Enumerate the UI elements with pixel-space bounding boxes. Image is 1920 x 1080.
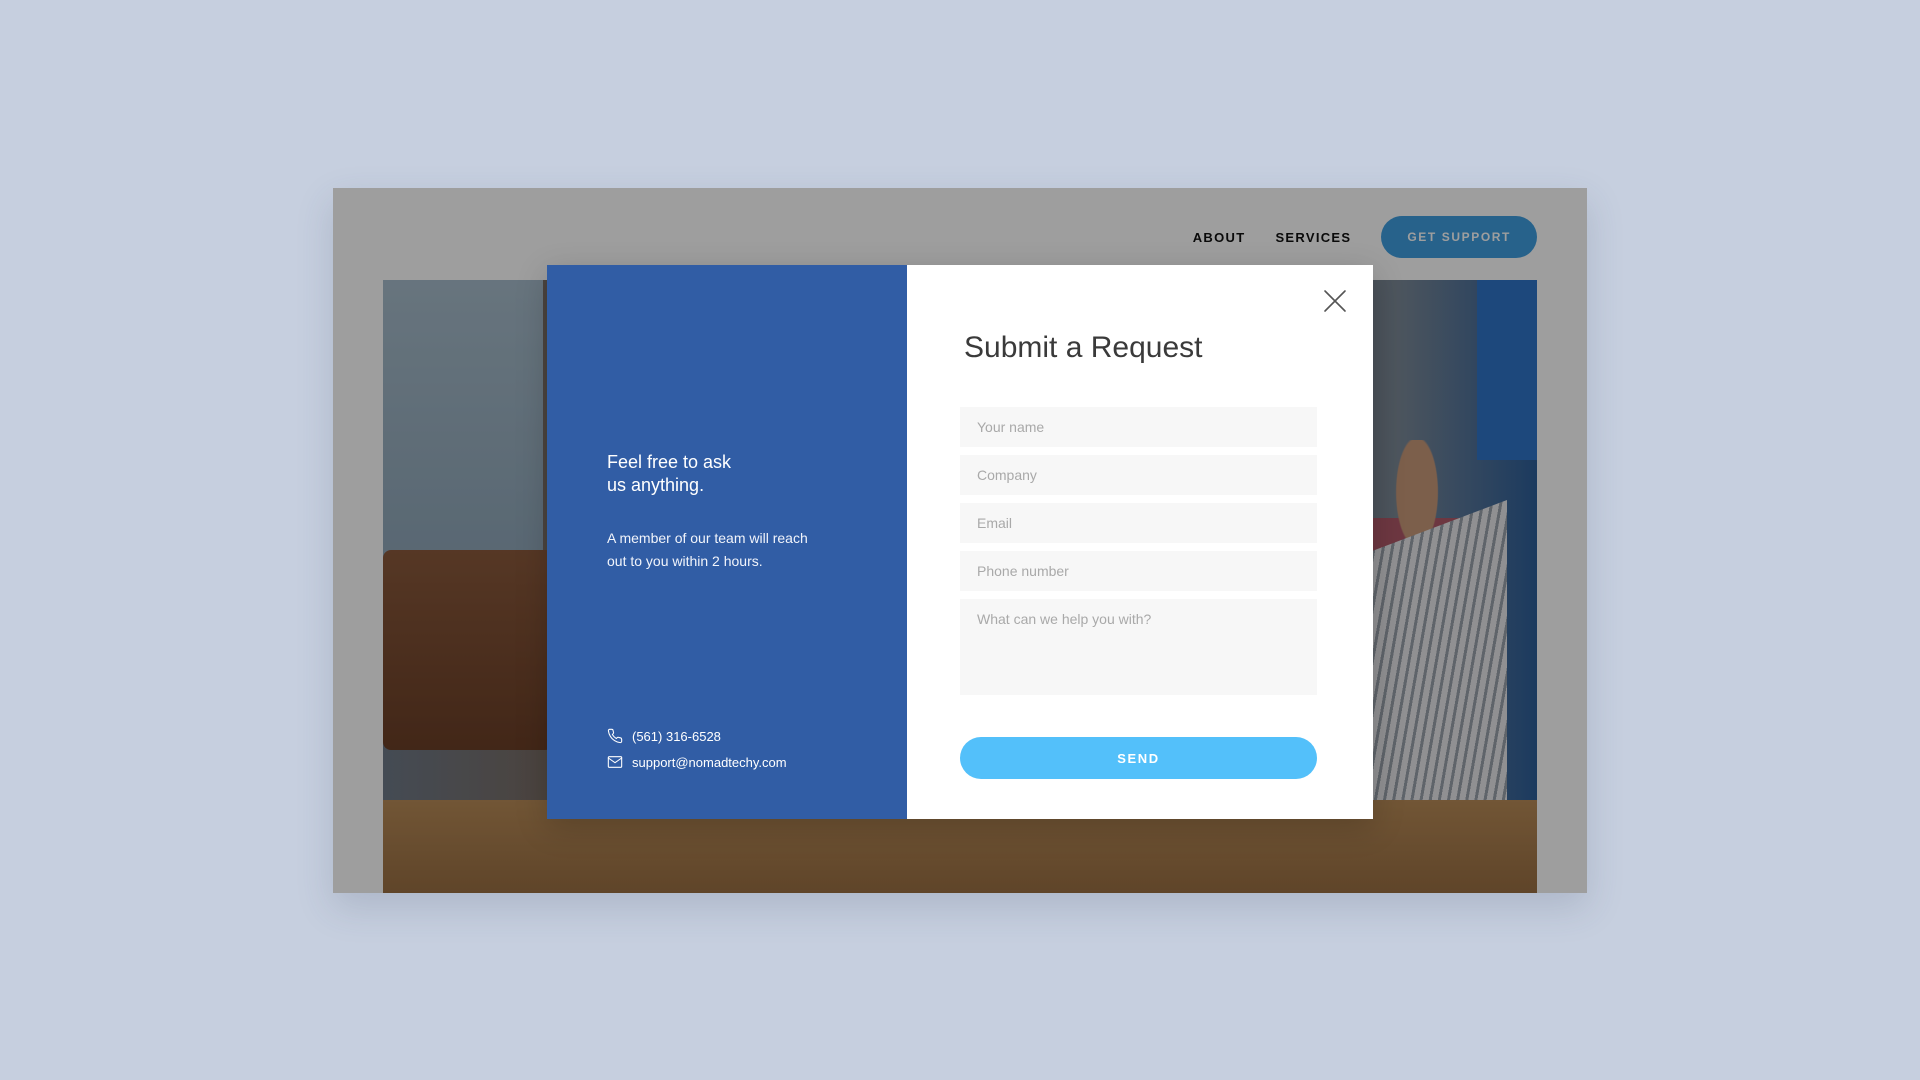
contact-email[interactable]: support@nomadtechy.com	[607, 749, 787, 775]
form-title: Submit a Request	[964, 331, 1203, 364]
info-subtext-line: out to you within 2 hours.	[607, 553, 763, 569]
name-field[interactable]	[960, 407, 1317, 447]
contact-list: (561) 316-6528 support@nomadtechy.com	[607, 723, 787, 775]
close-icon[interactable]	[1321, 287, 1349, 315]
request-form	[960, 407, 1317, 703]
request-modal: Feel free to ask us anything. A member o…	[547, 265, 1373, 819]
email-field[interactable]	[960, 503, 1317, 543]
contact-email-text: support@nomadtechy.com	[632, 754, 787, 770]
info-heading-line: Feel free to ask	[607, 452, 732, 472]
envelope-icon	[607, 754, 623, 770]
info-subtext-line: A member of our team will reach	[607, 530, 808, 546]
info-subtext: A member of our team will reach out to y…	[607, 527, 847, 573]
modal-form-panel: Submit a Request SEND	[907, 265, 1373, 819]
info-heading-line: us anything.	[607, 475, 705, 495]
company-field[interactable]	[960, 455, 1317, 495]
contact-phone-text: (561) 316-6528	[632, 728, 721, 744]
send-button[interactable]: SEND	[960, 737, 1317, 779]
message-field[interactable]	[960, 599, 1317, 695]
phone-icon	[607, 728, 623, 744]
info-heading: Feel free to ask us anything.	[607, 451, 777, 497]
phone-field[interactable]	[960, 551, 1317, 591]
contact-phone[interactable]: (561) 316-6528	[607, 723, 787, 749]
modal-info-panel: Feel free to ask us anything. A member o…	[547, 265, 907, 819]
